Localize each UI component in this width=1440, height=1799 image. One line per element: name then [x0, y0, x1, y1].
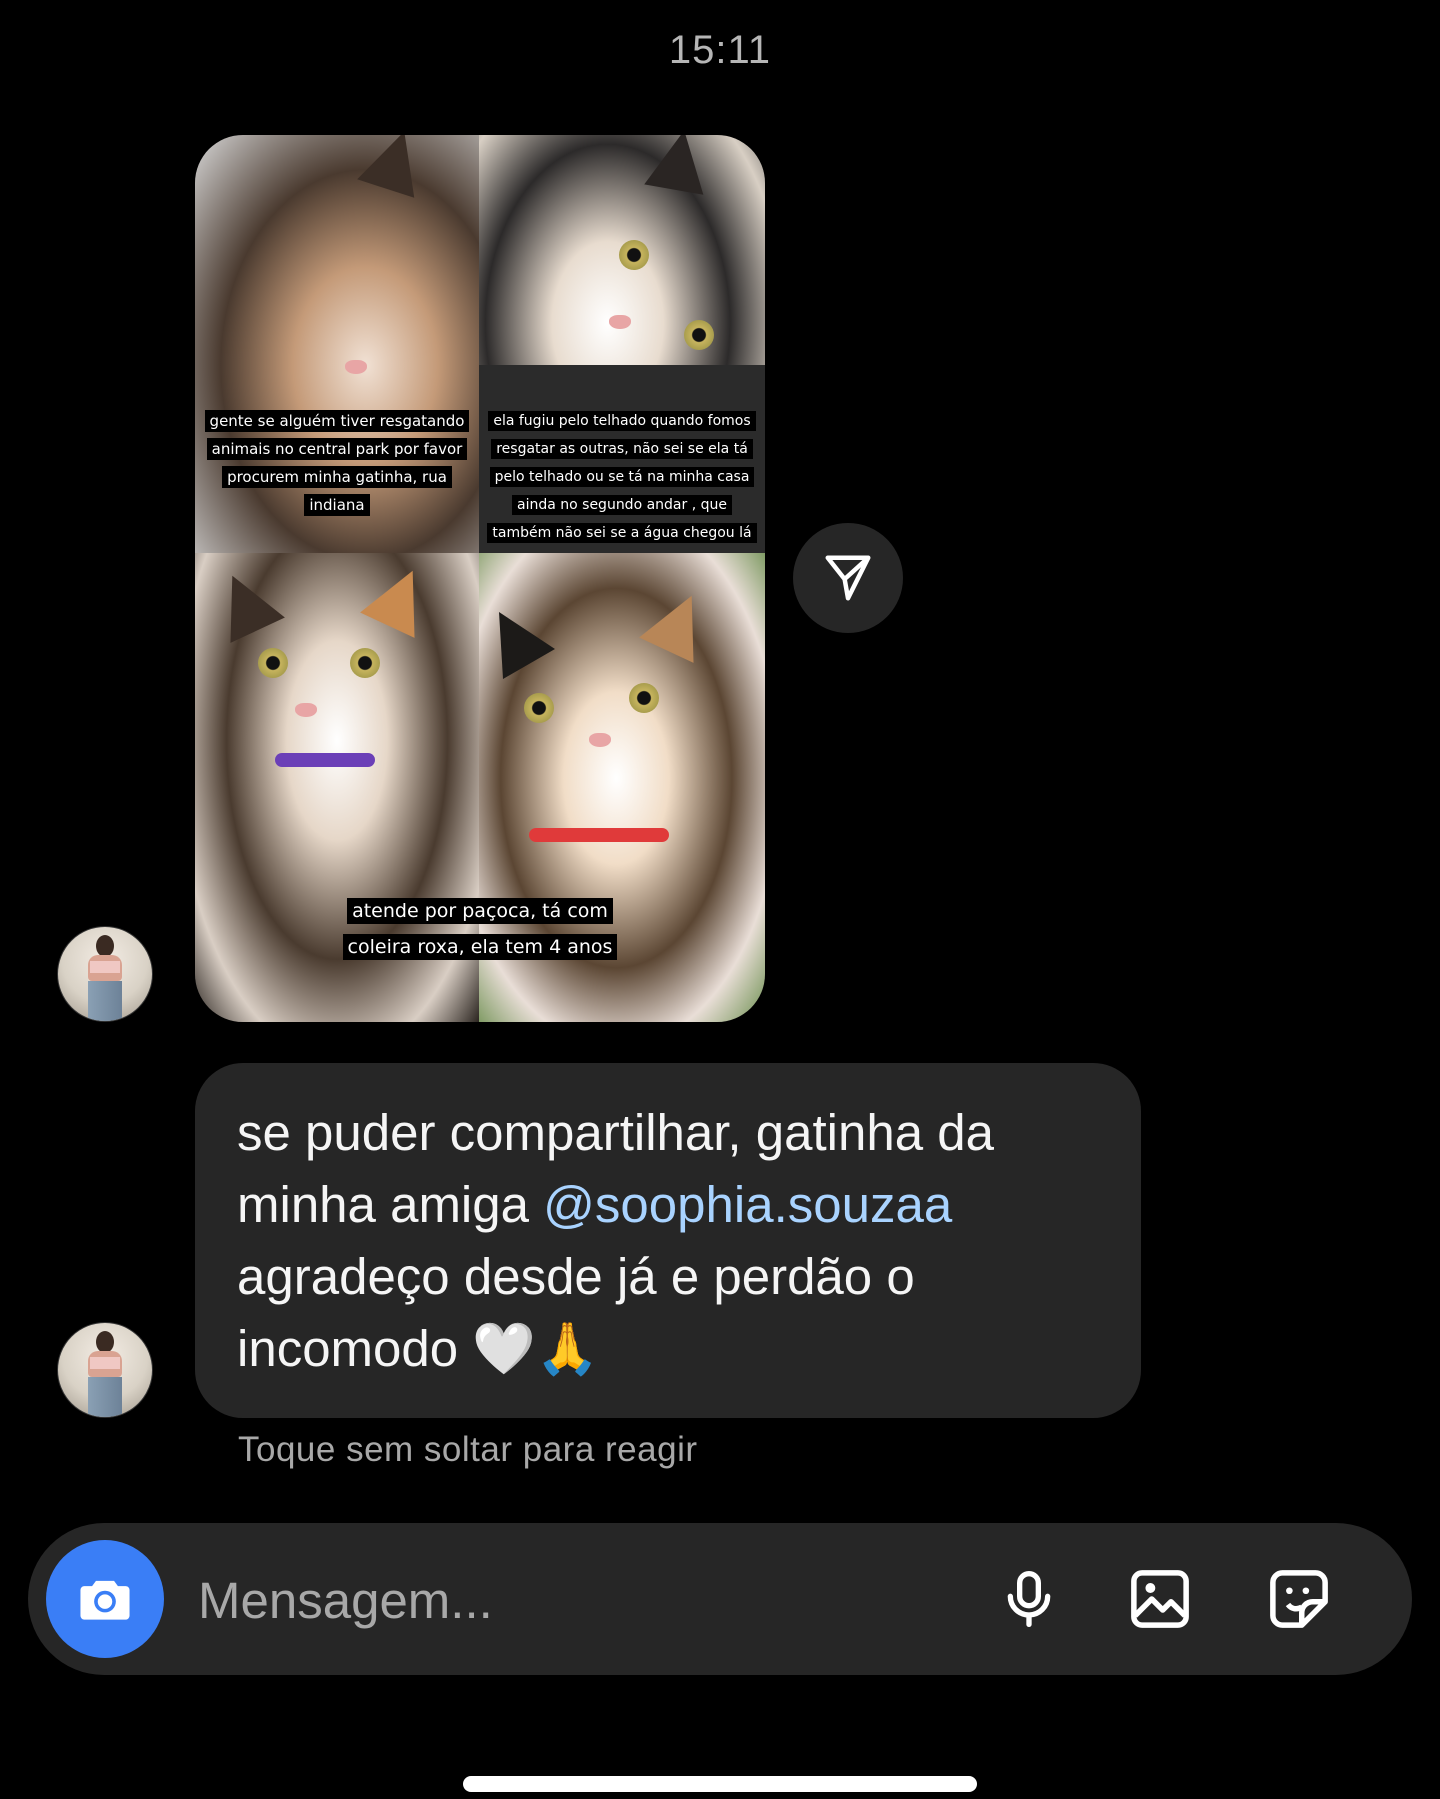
microphone-icon: [1007, 1571, 1051, 1627]
camera-button[interactable]: [46, 1540, 164, 1658]
message-timestamp: 15:11: [668, 28, 772, 72]
shared-story-card[interactable]: gente se alguém tiver resgatando animais…: [195, 135, 765, 1022]
message-input[interactable]: [196, 1563, 840, 1637]
user-mention-link[interactable]: @soophia.souzaa: [543, 1176, 952, 1233]
story-caption-2: ela fugiu pelo telhado quando fomos resg…: [483, 407, 761, 547]
story-caption-1: gente se alguém tiver resgatando animais…: [203, 407, 471, 519]
sticker-icon: [1270, 1570, 1328, 1628]
message-bubble[interactable]: se puder compartilhar, gatinha da minha …: [195, 1063, 1141, 1418]
paper-plane-icon: [825, 555, 871, 601]
gallery-button[interactable]: [1120, 1559, 1200, 1639]
story-caption-3: atende por paçoca, tá com coleira roxa, …: [330, 893, 630, 965]
message-text: se puder compartilhar, gatinha da minha …: [237, 1104, 1009, 1377]
voice-message-button[interactable]: [989, 1559, 1069, 1639]
message-composer: [28, 1523, 1412, 1675]
camera-icon: [80, 1580, 130, 1620]
share-story-button[interactable]: [793, 523, 903, 633]
avatar[interactable]: [57, 1322, 153, 1418]
reaction-hint: Toque sem soltar para reagir: [238, 1430, 698, 1469]
sticker-button[interactable]: [1259, 1559, 1339, 1639]
image-icon: [1131, 1570, 1189, 1628]
avatar[interactable]: [57, 926, 153, 1022]
home-indicator[interactable]: [463, 1776, 977, 1792]
